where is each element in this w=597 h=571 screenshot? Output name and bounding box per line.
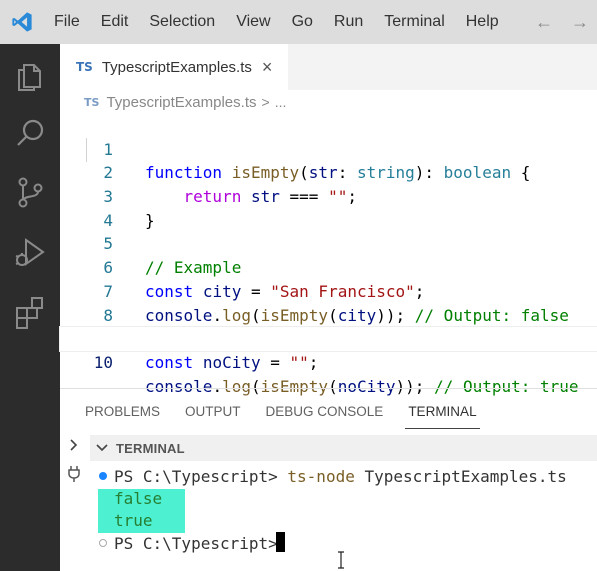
editor-tab-bar: TS TypescriptExamples.ts × xyxy=(60,44,597,90)
tab-output[interactable]: OUTPUT xyxy=(185,389,241,435)
code-text: const noCity = ""; xyxy=(145,352,319,372)
search-icon[interactable] xyxy=(12,116,48,152)
typescript-file-icon: TS xyxy=(84,95,100,109)
close-icon[interactable]: × xyxy=(262,58,273,76)
code-line: 9 const noCity = ""; xyxy=(60,304,597,372)
code-line: 6 const city = "San Francisco"; xyxy=(60,232,597,301)
code-line: 4 xyxy=(60,185,597,230)
activity-bar xyxy=(0,44,60,571)
menu-help[interactable]: Help xyxy=(466,0,499,44)
terminal-output-true: true xyxy=(114,511,153,530)
explorer-icon[interactable] xyxy=(12,56,48,92)
code-line-current: 10 console.log(isEmpty(noCity)); // Outp… xyxy=(59,326,597,396)
terminal-cursor xyxy=(276,532,285,552)
chevron-right-icon[interactable] xyxy=(69,438,79,455)
plug-icon[interactable] xyxy=(67,465,81,488)
editor-tab[interactable]: TS TypescriptExamples.ts × xyxy=(60,44,288,90)
chevron-right-icon: > xyxy=(261,94,270,110)
code-line: 5 // Example xyxy=(60,209,597,277)
menu-file[interactable]: File xyxy=(54,0,80,44)
menu-edit[interactable]: Edit xyxy=(101,0,129,44)
terminal-section-header[interactable]: TERMINAL xyxy=(90,435,597,461)
run-debug-icon[interactable] xyxy=(12,234,48,270)
menu-view[interactable]: View xyxy=(236,0,270,44)
code-line: 2 return str === ""; xyxy=(60,138,597,206)
tab-label: TypescriptExamples.ts xyxy=(101,58,252,76)
breadcrumb-more[interactable]: ... xyxy=(275,94,287,110)
typescript-file-icon: TS xyxy=(76,60,93,74)
code-line: 7 console.log(isEmpty(city)); // Output:… xyxy=(60,256,597,325)
menu-selection[interactable]: Selection xyxy=(149,0,215,44)
chevron-down-icon[interactable] xyxy=(96,441,108,455)
terminal-title: TERMINAL xyxy=(116,440,185,456)
breadcrumb-file[interactable]: TypescriptExamples.ts xyxy=(106,94,256,111)
panel-tab-bar: PROBLEMS OUTPUT DEBUG CONSOLE TERMINAL xyxy=(60,389,597,435)
vscode-logo-icon[interactable] xyxy=(0,0,44,44)
source-control-icon[interactable] xyxy=(12,174,48,210)
breadcrumb[interactable]: TS TypescriptExamples.ts > ... xyxy=(84,92,286,112)
menu-go[interactable]: Go xyxy=(292,0,313,44)
terminal-output-false: false xyxy=(114,489,163,508)
tab-debug-console[interactable]: DEBUG CONSOLE xyxy=(266,389,384,435)
line-number: 10 xyxy=(93,352,113,372)
code-line: 8 xyxy=(60,280,597,325)
terminal-prompt-line: PS C:\Typescript> xyxy=(114,534,278,553)
tab-terminal[interactable]: TERMINAL xyxy=(405,389,480,435)
menu-bar: File Edit Selection View Go Run Terminal… xyxy=(0,0,597,44)
forward-arrow-icon[interactable]: → xyxy=(571,0,589,44)
back-arrow-icon[interactable]: ← xyxy=(535,0,553,44)
code-line: 1 function isEmpty(str: string): boolean… xyxy=(60,114,597,183)
extensions-icon[interactable] xyxy=(12,294,48,330)
code-editor[interactable]: 1 function isEmpty(str: string): boolean… xyxy=(59,114,597,396)
panel-side-strip xyxy=(60,435,88,571)
code-line: 3 } xyxy=(60,161,597,230)
command-pending-dot-icon[interactable] xyxy=(99,539,107,547)
command-success-dot-icon[interactable] xyxy=(99,472,107,480)
text-cursor-icon xyxy=(336,551,346,569)
indent-guide xyxy=(86,138,87,162)
menu-run[interactable]: Run xyxy=(334,0,363,44)
menu-terminal[interactable]: Terminal xyxy=(384,0,444,44)
terminal-command-line: PS C:\Typescript> ts-node TypescriptExam… xyxy=(114,467,567,486)
tab-problems[interactable]: PROBLEMS xyxy=(85,389,160,435)
